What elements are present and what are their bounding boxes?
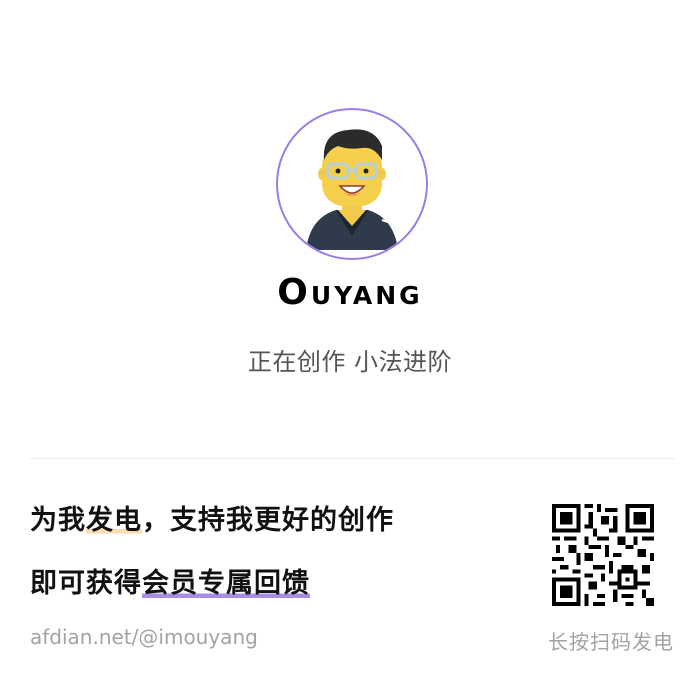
promo-line-1: 为我发电，支持我更好的创作 bbox=[30, 498, 394, 537]
qr-code[interactable] bbox=[552, 504, 654, 606]
avatar bbox=[276, 108, 428, 260]
profile-name: Ouyang bbox=[277, 272, 423, 313]
promo-highlight-orange: 发电 bbox=[86, 505, 142, 536]
promo-text: ，支持我更好的创作 bbox=[142, 505, 394, 536]
promo-highlight-purple: 会员专属回馈 bbox=[142, 568, 310, 599]
qr-code-icon bbox=[552, 504, 654, 606]
scan-hint: 长按扫码发电 bbox=[548, 630, 674, 654]
divider bbox=[30, 458, 675, 459]
promo-text: 即可获得 bbox=[30, 568, 142, 599]
promo-text: 为我 bbox=[30, 505, 86, 536]
profile-tagline: 正在创作 小法进阶 bbox=[247, 348, 453, 376]
cartoon-avatar-icon bbox=[306, 129, 398, 250]
footer-url[interactable]: afdian.net/@imouyang bbox=[30, 625, 258, 649]
promo-line-2: 即可获得会员专属回馈 bbox=[30, 561, 310, 600]
